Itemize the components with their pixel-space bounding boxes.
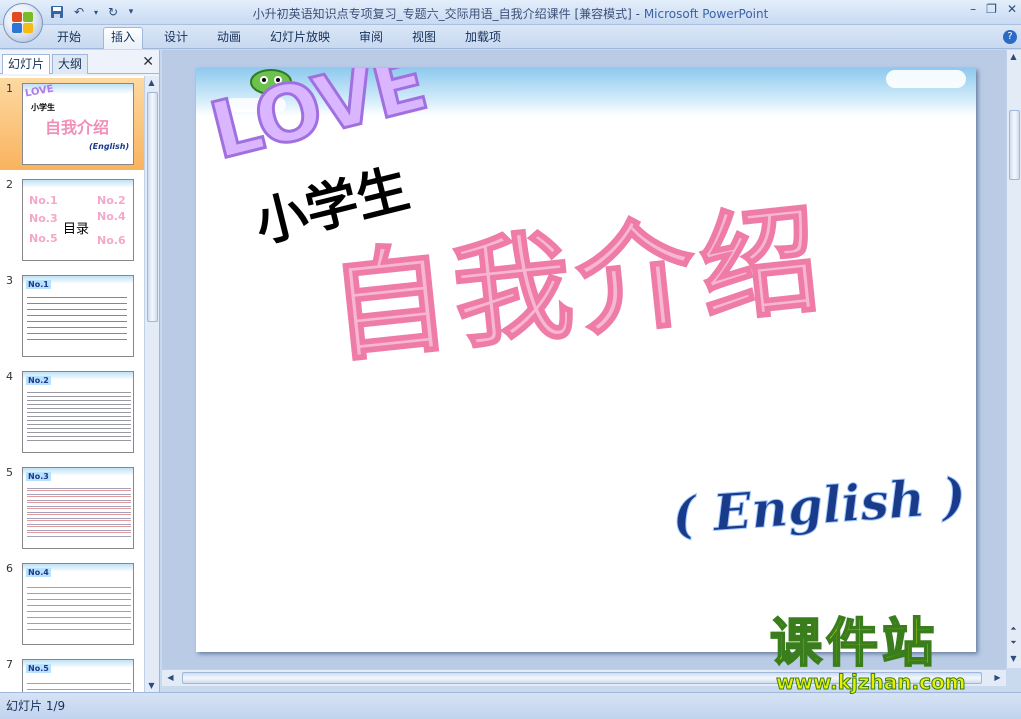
thumb-badge: No.3 <box>26 472 51 481</box>
scroll-up-icon[interactable]: ▲ <box>1007 50 1020 63</box>
thumbnail-slide-1[interactable]: LOVE 小学生 自我介绍 (English) <box>22 83 134 165</box>
status-bar: 幻灯片 1/9 <box>0 692 1021 719</box>
thumb-item: No.6 <box>97 234 126 247</box>
ribbon-tab-bar: 开始 插入 设计 动画 幻灯片放映 审阅 视图 加载项 ? <box>0 25 1021 49</box>
tab-review[interactable]: 审阅 <box>352 29 390 49</box>
window-controls: – ❐ ✕ <box>970 2 1017 16</box>
tab-animations[interactable]: 动画 <box>210 29 248 49</box>
slide-editor: LOVE 小学生 自我介绍 ( English ) <box>162 50 1006 669</box>
thumbnail-row-2[interactable]: 2 No.1 No.2 No.3 No.4 No.5 No.6 目录 <box>0 174 144 266</box>
restore-icon[interactable]: ❐ <box>986 2 997 16</box>
thumbnail-number: 2 <box>6 178 13 191</box>
tab-insert[interactable]: 插入 <box>103 27 144 49</box>
tab-slideshow[interactable]: 幻灯片放映 <box>263 29 337 49</box>
minimize-icon[interactable]: – <box>970 2 976 16</box>
slide-vertical-scrollbar[interactable]: ▲ ⏶ ⏷ ▼ <box>1006 50 1021 668</box>
thumb-badge: No.4 <box>26 568 51 577</box>
close-pane-icon[interactable]: ✕ <box>142 54 154 70</box>
thumbnail-row-1[interactable]: 1 LOVE 小学生 自我介绍 (English) <box>0 78 144 170</box>
thumbnail-slide-3[interactable]: No.1 <box>22 275 134 357</box>
thumbnail-slide-4[interactable]: No.2 <box>22 371 134 453</box>
slide-indicator: 幻灯片 1/9 <box>6 699 66 713</box>
scroll-left-icon[interactable]: ◀ <box>164 671 177 684</box>
help-icon[interactable]: ? <box>1003 30 1017 44</box>
tab-home[interactable]: 开始 <box>50 29 88 49</box>
scrollbar-thumb[interactable] <box>147 92 158 322</box>
pane-tabs: 幻灯片 大纲 ✕ <box>0 52 160 74</box>
thumbnail-number: 6 <box>6 562 13 575</box>
thumb-subtitle: 小学生 <box>31 103 55 112</box>
close-icon[interactable]: ✕ <box>1007 2 1017 16</box>
next-slide-icon[interactable]: ⏷ <box>1007 636 1020 649</box>
thumb-badge: No.2 <box>26 376 51 385</box>
thumbnail-number: 5 <box>6 466 13 479</box>
watermark-title: 课件站 <box>769 614 939 674</box>
thumb-item: No.5 <box>29 232 58 245</box>
title-bar: ↶ ▾ ↻ ▾ 小升初英语知识点专项复习_专题六_交际用语_自我介绍课件 [兼容… <box>0 0 1021 25</box>
office-button[interactable] <box>3 3 43 43</box>
slide-english: ( English ) <box>670 465 968 546</box>
thumb-item: No.3 <box>29 212 58 225</box>
thumb-badge: No.1 <box>26 280 51 289</box>
thumbnail-slide-5[interactable]: No.3 <box>22 467 134 549</box>
thumbnail-slide-7[interactable]: No.5 <box>22 659 134 692</box>
thumbnail-number: 3 <box>6 274 13 287</box>
tab-addins[interactable]: 加载项 <box>458 29 508 49</box>
watermark-url: www.kjzhan.com <box>776 670 967 695</box>
thumbnail-slide-2[interactable]: No.1 No.2 No.3 No.4 No.5 No.6 目录 <box>22 179 134 261</box>
tab-slides[interactable]: 幻灯片 <box>2 54 51 74</box>
thumbnail-slide-6[interactable]: No.4 <box>22 563 134 645</box>
window-title: 小升初英语知识点专项复习_专题六_交际用语_自我介绍课件 [兼容模式] - Mi… <box>0 5 1021 22</box>
thumb-item: No.4 <box>97 210 126 223</box>
document-title: 小升初英语知识点专项复习_专题六_交际用语_自我介绍课件 [兼容模式] - <box>252 7 640 21</box>
thumb-item: No.1 <box>29 194 58 207</box>
thumbnail-row-6[interactable]: 6 No.4 <box>0 558 144 650</box>
thumbnail-row-5[interactable]: 5 No.3 <box>0 462 144 554</box>
scroll-right-icon[interactable]: ▶ <box>991 671 1004 684</box>
thumb-item: No.2 <box>97 194 126 207</box>
thumbnail-row-4[interactable]: 4 No.2 <box>0 366 144 458</box>
previous-slide-icon[interactable]: ⏶ <box>1007 622 1020 635</box>
thumbnail-row-3[interactable]: 3 No.1 <box>0 270 144 362</box>
scroll-down-icon[interactable]: ▼ <box>145 679 158 692</box>
scroll-up-icon[interactable]: ▲ <box>145 76 158 89</box>
thumb-english: (English) <box>89 142 130 151</box>
tab-view[interactable]: 视图 <box>405 29 443 49</box>
slides-pane: 幻灯片 大纲 ✕ 1 LOVE 小学生 自我介绍 (English) 2 No.… <box>0 50 160 692</box>
app-name: Microsoft PowerPoint <box>643 7 769 21</box>
slide-canvas[interactable]: LOVE 小学生 自我介绍 ( English ) <box>196 68 976 652</box>
thumbnail-number: 4 <box>6 370 13 383</box>
thumbnail-list: 1 LOVE 小学生 自我介绍 (English) 2 No.1 No.2 No… <box>0 76 144 692</box>
scroll-down-icon[interactable]: ▼ <box>1007 652 1020 665</box>
thumb-title: 自我介绍 <box>45 118 110 137</box>
cloud-shape <box>886 70 966 88</box>
thumbnail-scrollbar[interactable]: ▲ ▼ <box>144 76 159 692</box>
thumbnail-number: 7 <box>6 658 13 671</box>
thumbnail-row-7[interactable]: 7 No.5 <box>0 654 144 692</box>
office-logo-icon <box>12 12 34 34</box>
tab-outline[interactable]: 大纲 <box>52 54 89 74</box>
tab-design[interactable]: 设计 <box>157 29 195 49</box>
thumb-badge: No.5 <box>26 664 51 673</box>
thumbnail-number: 1 <box>6 82 13 95</box>
thumb-center: 目录 <box>63 222 90 237</box>
scrollbar-thumb[interactable] <box>1009 110 1020 180</box>
